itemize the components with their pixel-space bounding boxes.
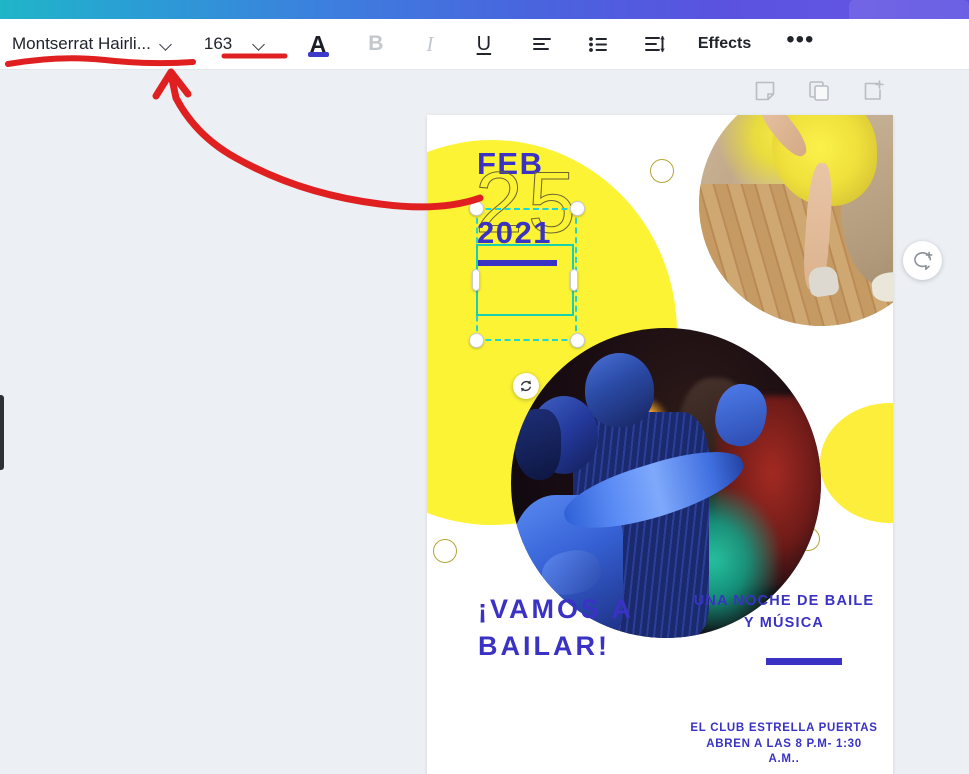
- line-spacing-icon: [644, 36, 665, 52]
- photo-dancer-head: [585, 352, 654, 428]
- chevron-down-icon: [253, 38, 266, 51]
- notes-button[interactable]: [752, 78, 778, 104]
- resize-handle-right[interactable]: [570, 269, 578, 291]
- poster-details[interactable]: EL CLUB ESTRELLA PUERTAS ABREN A LAS 8 P…: [689, 721, 879, 768]
- font-family-dropdown[interactable]: Montserrat Hairli...: [8, 27, 177, 61]
- effects-button[interactable]: Effects: [687, 28, 762, 60]
- poster-headline[interactable]: ¡VAMOS A BAILAR!: [478, 591, 688, 665]
- text-color-swatch: [307, 52, 329, 57]
- align-left-icon: [532, 38, 551, 50]
- notes-icon: [755, 81, 775, 101]
- resize-handle-bottom-right[interactable]: [570, 333, 585, 348]
- window-tab-strip: [849, 0, 969, 19]
- resize-handle-left[interactable]: [472, 269, 480, 291]
- bullet-list-icon: [588, 37, 607, 52]
- line-spacing-button[interactable]: [635, 25, 673, 63]
- bullet-list-button[interactable]: [579, 25, 617, 63]
- more-options-button[interactable]: •••: [776, 27, 824, 56]
- font-size-value: 163: [203, 34, 233, 53]
- comment-plus-icon: [913, 251, 932, 270]
- workspace: FEB 25 2021 ¡VAMOS A BAILAR! UNA NOCHE D…: [0, 70, 969, 774]
- decorative-ring: [650, 159, 674, 183]
- bold-icon: B: [368, 32, 384, 55]
- text-color-button[interactable]: A: [299, 25, 337, 63]
- font-size-dropdown[interactable]: 163: [199, 27, 271, 61]
- add-page-button[interactable]: [860, 78, 886, 104]
- rotate-icon: [521, 380, 531, 392]
- add-comment-button[interactable]: [903, 241, 942, 280]
- italic-button[interactable]: I: [411, 25, 449, 63]
- yellow-circle-right: [820, 403, 893, 523]
- photo-shoe: [806, 265, 840, 299]
- text-color-letter: A: [309, 31, 327, 57]
- duplicate-page-button[interactable]: [806, 78, 832, 104]
- text-element-selection-box: [476, 244, 574, 316]
- photo-dancer-hair: [514, 408, 561, 480]
- duplicate-icon: [809, 81, 829, 101]
- resize-handle-bottom-left[interactable]: [469, 333, 484, 348]
- resize-handle-top-right[interactable]: [570, 201, 585, 216]
- underline-icon: U: [476, 32, 492, 55]
- text-toolbar: Montserrat Hairli... 163 A B I U Effects…: [0, 19, 969, 70]
- app-root: Montserrat Hairli... 163 A B I U Effects…: [0, 0, 969, 774]
- panel-collapse-handle[interactable]: [0, 395, 4, 470]
- bold-button[interactable]: B: [357, 25, 395, 63]
- photo-ballroom-legs[interactable]: [699, 115, 893, 326]
- font-family-value: Montserrat Hairli...: [12, 34, 151, 53]
- underline-button[interactable]: U: [465, 25, 503, 63]
- rotate-handle[interactable]: [513, 373, 539, 399]
- top-gradient-bar: [0, 0, 969, 19]
- chevron-down-icon: [160, 38, 173, 51]
- add-page-icon: [864, 80, 884, 100]
- resize-handle-top-left[interactable]: [469, 201, 484, 216]
- text-align-button[interactable]: [523, 25, 561, 63]
- decorative-ring: [433, 539, 457, 563]
- poster-subheading[interactable]: UNA NOCHE DE BAILE Y MÚSICA: [689, 590, 879, 634]
- poster-sub-rule: [766, 658, 842, 665]
- page-actions: [752, 78, 886, 104]
- italic-icon: I: [426, 31, 434, 56]
